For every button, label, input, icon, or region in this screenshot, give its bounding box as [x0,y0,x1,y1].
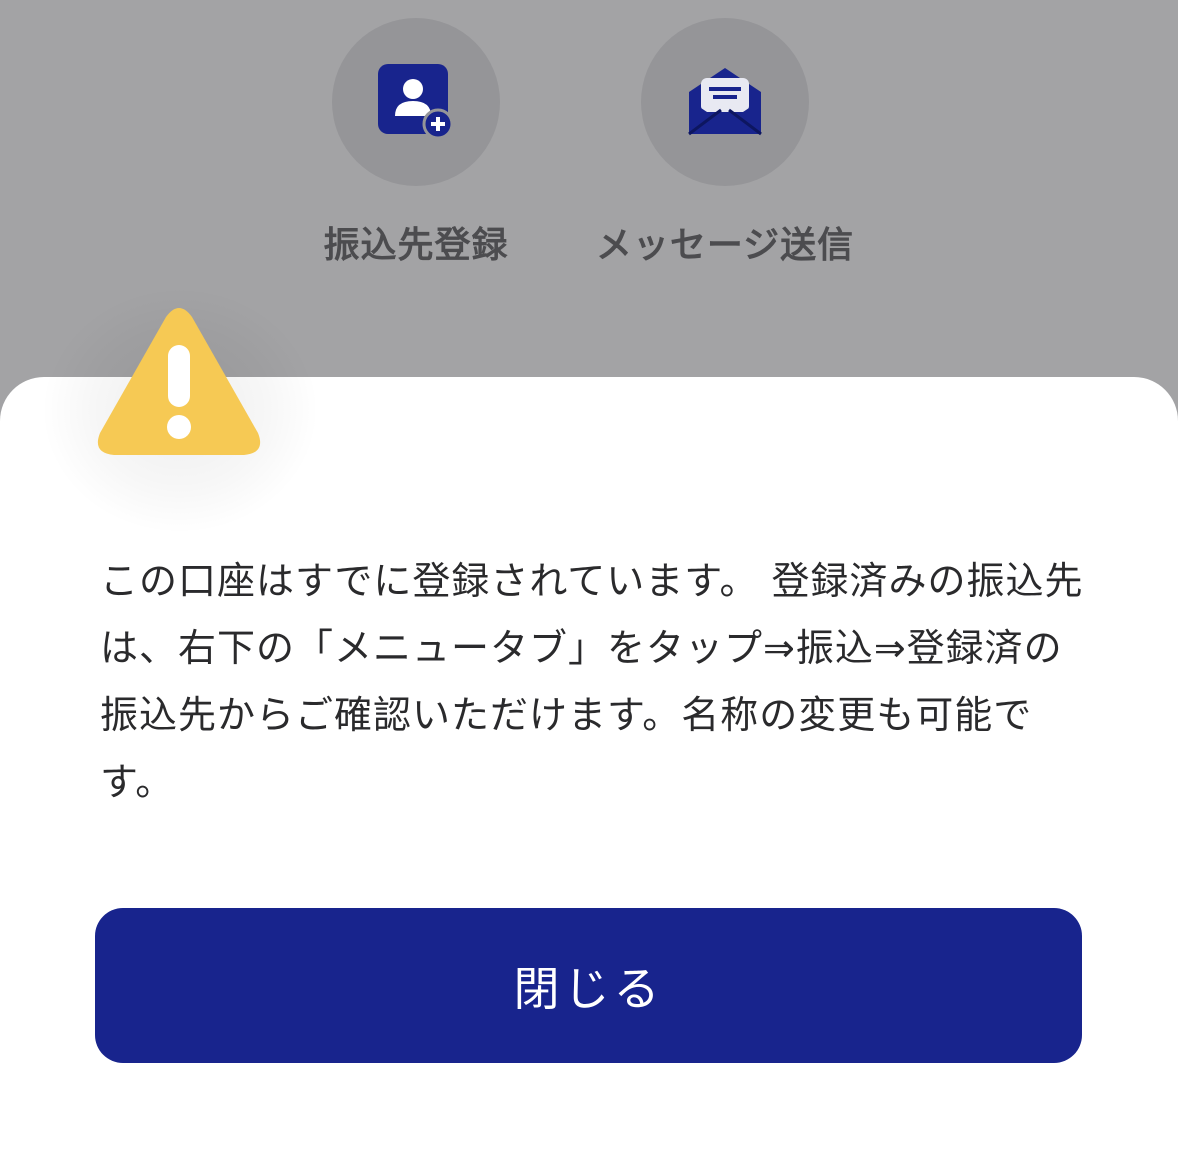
dialog-message: この口座はすでに登録されています。 登録済みの振込先は、右下の「メニュータブ」を… [100,559,1084,804]
person-add-icon [378,64,454,140]
send-message-action[interactable]: メッセージ送信 [595,18,855,268]
close-button[interactable]: 閉じる [95,908,1082,1063]
send-message-label: メッセージ送信 [595,225,855,266]
send-message-icon-circle [641,18,809,186]
app-screen: 振込先登録 メッセージ送信 この口座はすでに登録されています。 登録済みの振込先… [0,0,1178,1165]
register-payee-label: 振込先登録 [323,225,509,266]
warning-icon [97,308,261,455]
register-payee-action[interactable]: 振込先登録 [286,18,546,268]
register-payee-icon-circle [332,18,500,186]
envelope-message-icon [688,68,762,136]
warning-icon-container [40,285,320,535]
